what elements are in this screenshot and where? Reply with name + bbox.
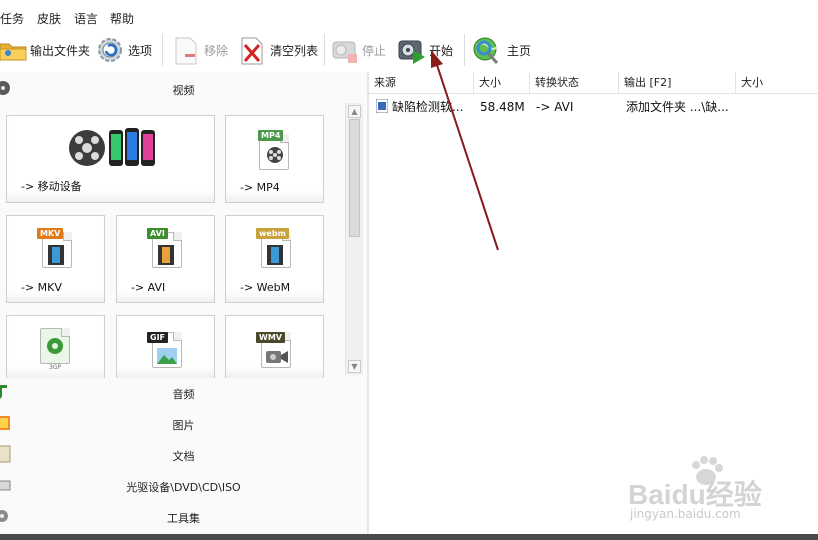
- status-bar: [0, 534, 818, 540]
- watermark-url: jingyan.baidu.com: [630, 507, 741, 521]
- baidu-watermark: Baidu经验 jingyan.baidu.com: [628, 455, 808, 525]
